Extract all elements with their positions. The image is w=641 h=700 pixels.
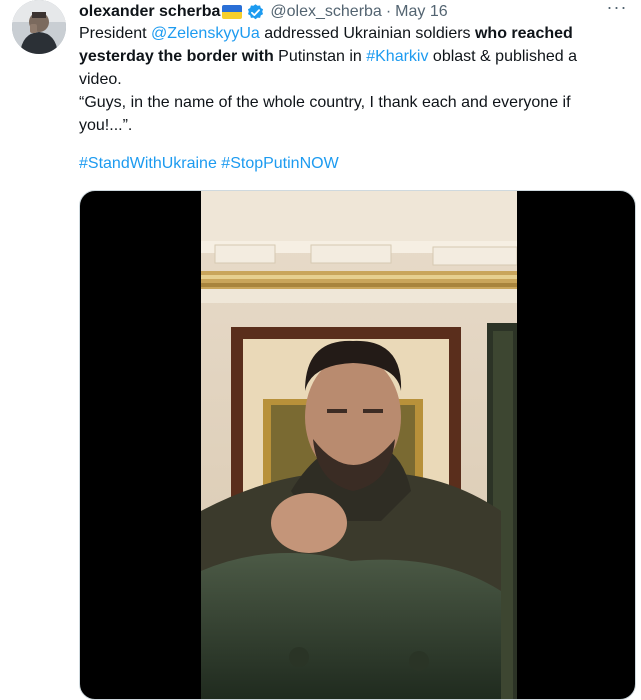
hashtag-stopputinnow[interactable]: #StopPutinNOW [221,155,338,172]
separator-dot: · [385,3,392,20]
verified-badge-icon [248,3,264,19]
author-name[interactable]: olexander scherba [79,3,220,21]
tweet: olexander scherba @olex_scherba · May 16… [0,0,641,700]
video-media[interactable] [79,190,636,700]
avatar-photo [12,0,66,54]
hashtag-row: #StandWithUkraine #StopPutinNOW [79,153,339,175]
text-mid-2: Putinstan in [273,48,367,65]
hashtag-kharkiv[interactable]: #Kharkiv [366,48,428,65]
video-frame [201,191,517,699]
tweet-header: olexander scherba @olex_scherba · May 16 [79,1,448,23]
tweet-date[interactable]: May 16 [395,3,447,21]
text-mid: addressed Ukrainian soldiers [259,25,475,42]
mention-link[interactable]: @ZelenskyyUa [151,25,260,42]
ukraine-flag-icon [222,5,243,19]
hashtag-standwithukraine[interactable]: #StandWithUkraine [79,155,217,172]
video-still-image [201,191,517,699]
more-options-icon[interactable]: ··· [603,0,631,20]
author-handle[interactable]: @olex_scherba [270,3,381,21]
text-quote: “Guys, in the name of the whole country,… [79,94,571,134]
avatar[interactable] [12,0,66,54]
tweet-text: President @ZelenskyyUa addressed Ukraini… [79,22,619,137]
text-prefix: President [79,25,152,42]
